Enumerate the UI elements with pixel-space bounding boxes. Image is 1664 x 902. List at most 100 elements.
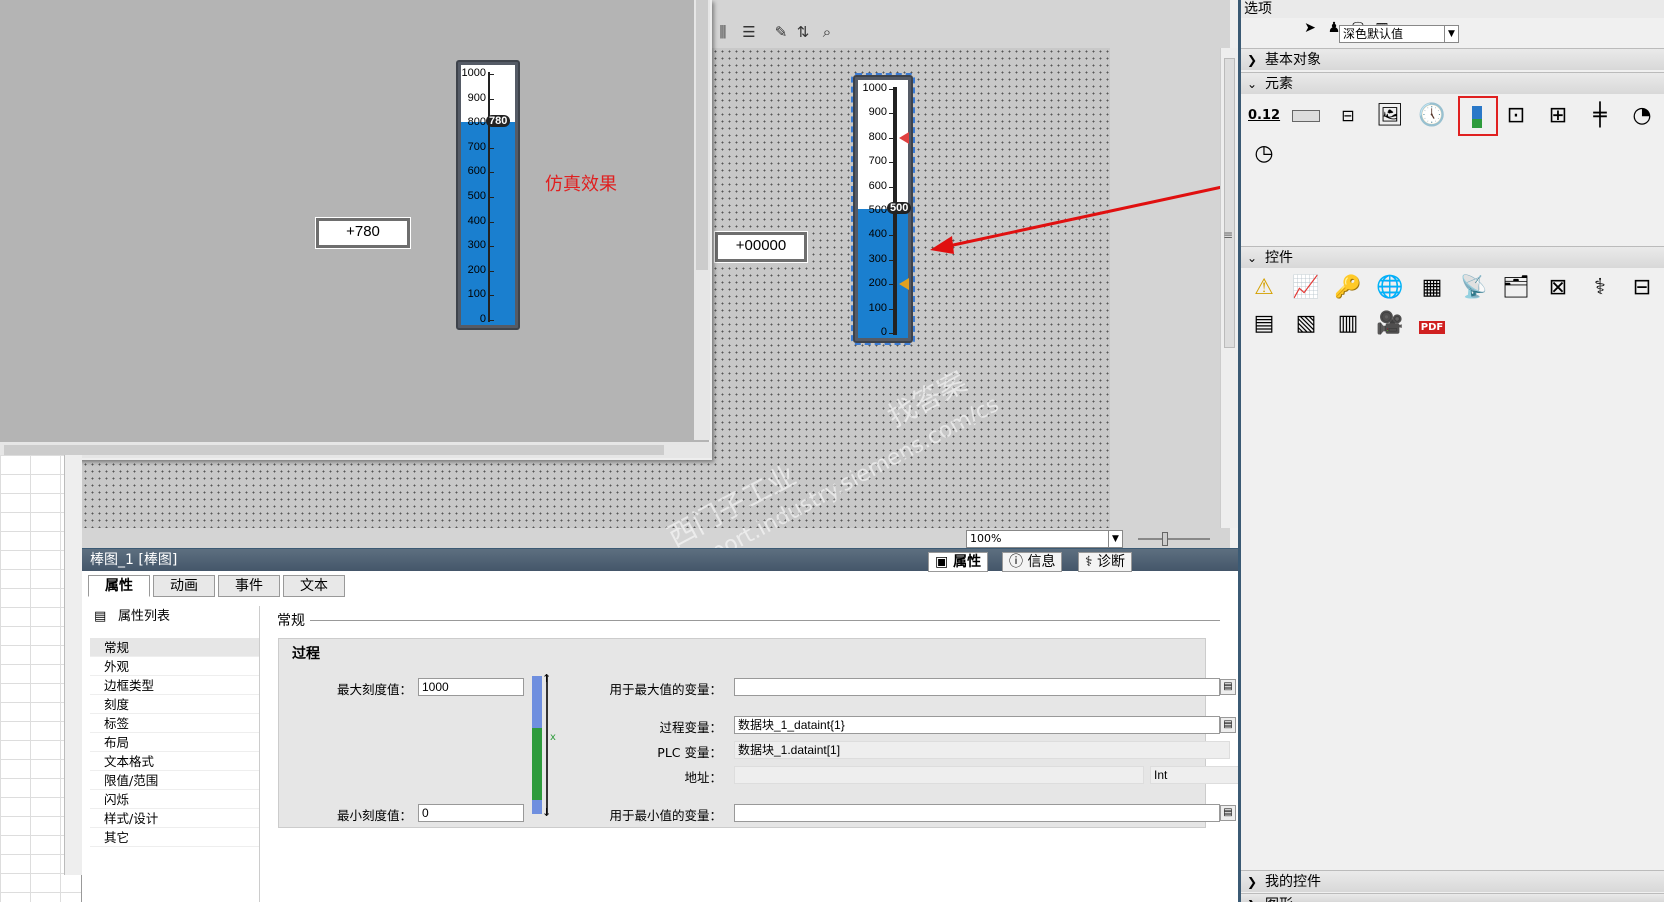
camera-icon[interactable]: 🎥 [1374,308,1406,340]
align-icon[interactable]: ⫼ [712,22,734,42]
process-var-list-icon[interactable]: ▤ [1220,717,1236,733]
io-field-icon[interactable]: 0.12 [1248,100,1280,132]
bar-tick-label: 600 [868,179,887,192]
bar-tick-label: 400 [467,214,486,227]
date-time-icon[interactable]: 🕔 [1416,100,1448,132]
symbolic-io-icon[interactable]: ⊟ [1332,100,1364,132]
section-divider [310,620,1220,621]
slider-icon[interactable]: ╪ [1584,100,1616,132]
property-item-scale[interactable]: 刻度 [90,695,259,714]
sm-diagnostics-icon[interactable]: 📡 [1458,272,1490,304]
gauge-icon[interactable]: ◔ [1626,100,1658,132]
design-bar-graph[interactable]: 1000 900 800 700 600 500 400 300 200 100 0 500 [851,73,915,345]
sysdiag-view-icon[interactable]: 🗂 [1500,272,1532,304]
alarm-view-icon[interactable]: ⚠ [1248,272,1280,304]
bar-tick-mark [488,74,494,75]
property-item-border[interactable]: 边框类型 [90,676,259,695]
section-my-controls[interactable]: ❯ 我的控件 [1241,870,1664,892]
section-controls[interactable]: ⌄ 控件 [1241,246,1664,268]
tab-texts[interactable]: 文本 [283,575,345,597]
max-var-input[interactable] [734,678,1220,696]
property-item-flashing[interactable]: 闪烁 [90,790,259,809]
max-var-list-icon[interactable]: ▤ [1220,679,1236,695]
clock-icon[interactable]: ◷ [1248,138,1280,170]
user-view-icon[interactable]: 🔑 [1332,272,1364,304]
diagnostics-tab-icon: ⚕ [1085,554,1098,570]
section-graphics[interactable]: ❯ 图形 [1241,893,1664,902]
zoom-select[interactable]: 100% ▼ [966,530,1123,548]
bar-tick-label: 600 [467,165,486,178]
property-item-label[interactable]: 标签 [90,714,259,733]
property-item-layout[interactable]: 布局 [90,733,259,752]
address-field [734,766,1144,784]
property-item-styles[interactable]: 样式/设计 [90,809,259,828]
trend-view-icon[interactable]: 📈 [1290,272,1322,304]
design-io-field[interactable]: +00000 [714,231,808,263]
section-elements[interactable]: ⌄ 元素 [1241,72,1664,94]
plc-code-viewer-icon[interactable]: ⊟ [1626,272,1658,304]
tab-animation[interactable]: 动画 [153,575,215,597]
splitter-handle[interactable]: ≡ [1223,228,1233,242]
bar-tick-label: 200 [467,263,486,276]
min-scale-input[interactable]: 0 [418,804,524,822]
max-scale-input[interactable]: 1000 [418,678,524,696]
sysdiag-window-icon[interactable]: ▧ [1290,308,1322,340]
chevron-right-icon: ❯ [1247,875,1258,889]
zoom-icon[interactable]: ⌕ [816,22,838,42]
bar-tick-label: 900 [868,106,887,119]
pdf-view-icon[interactable]: PDF [1416,308,1448,340]
bar-tick-mark [889,137,895,139]
switch-icon[interactable]: ⊡ [1500,100,1532,132]
simulation-bar-graph[interactable]: 1000 900 800 700 600 500 400 300 200 100 0 780 [456,60,520,330]
simulation-vertical-scrollbar[interactable] [694,0,710,440]
canvas-vertical-scrollbar[interactable] [1220,48,1238,528]
stethoscope-icon[interactable]: ⚕ [1584,272,1616,304]
section-basic-objects[interactable]: ❯ 基本对象 [1241,48,1664,70]
tab-attributes[interactable]: 属性 [88,575,150,597]
f-xy-trend-icon[interactable]: ⊠ [1542,272,1574,304]
min-var-list-icon[interactable]: ▤ [1220,805,1236,821]
tab-diagnostics-label: 诊断 [1097,554,1126,570]
property-list: ▤ 属性列表 常规 外观 边框类型 刻度 标签 布局 文本格式 限值/范围 闪烁… [90,606,260,902]
tab-events[interactable]: 事件 [218,575,280,597]
status-force-icon[interactable]: ▤ [1248,308,1280,340]
symbolic-library-icon[interactable]: ⊞ [1542,100,1574,132]
process-var-label: 过程变量： [659,720,722,735]
min-var-input[interactable] [734,804,1220,822]
section-basic-label: 基本对象 [1265,52,1321,68]
format-icon[interactable]: ✎ [770,22,792,42]
pointer-icon[interactable]: ➤ [1300,18,1320,38]
max-var-label: 用于最大值的变量： [609,682,722,697]
zoom-slider[interactable] [1138,530,1210,548]
property-item-general[interactable]: 常规 [90,638,259,657]
tab-diagnostics[interactable]: ⚕ 诊断 [1078,552,1133,572]
process-var-input[interactable]: 数据块_1_dataint{1} [734,716,1220,734]
property-item-misc[interactable]: 其它 [90,828,259,847]
system-diagnosis-icon[interactable]: ▥ [1332,308,1364,340]
bar-tick-label: 700 [467,140,486,153]
layer-icon[interactable]: ⇅ [792,22,814,42]
address-label: 地址： [684,770,722,785]
simulation-horizontal-scrollbar[interactable] [0,442,712,458]
property-item-appearance[interactable]: 外观 [90,657,259,676]
button-icon[interactable] [1290,100,1322,132]
tab-properties[interactable]: ▣ 属性 [928,552,989,572]
left-vertical-scrollbar[interactable] [64,455,82,875]
bar-tick-label: 800 [467,116,486,129]
recipe-view-icon[interactable]: ▦ [1416,272,1448,304]
lower-limit-marker [899,278,909,291]
property-item-text-format[interactable]: 文本格式 [90,752,259,771]
html-browser-icon[interactable]: 🌐 [1374,272,1406,304]
bar-icon[interactable] [1458,96,1498,136]
property-item-limits[interactable]: 限值/范围 [90,771,259,790]
bar-tick-label: 300 [467,239,486,252]
style-select[interactable]: 深色默认值 ▼ [1339,25,1459,43]
tab-info[interactable]: ⓘ 信息 [1002,552,1063,572]
bar-tick-mark [488,98,494,100]
bar-tick-label: 400 [868,228,887,241]
tab-info-label: 信息 [1027,554,1056,570]
distribute-icon[interactable]: ☰ [738,22,760,42]
graphic-view-icon[interactable]: 🖼 [1374,100,1406,132]
simulation-io-field[interactable]: +780 [315,217,411,249]
style-select-value: 深色默认值 [1343,27,1404,41]
